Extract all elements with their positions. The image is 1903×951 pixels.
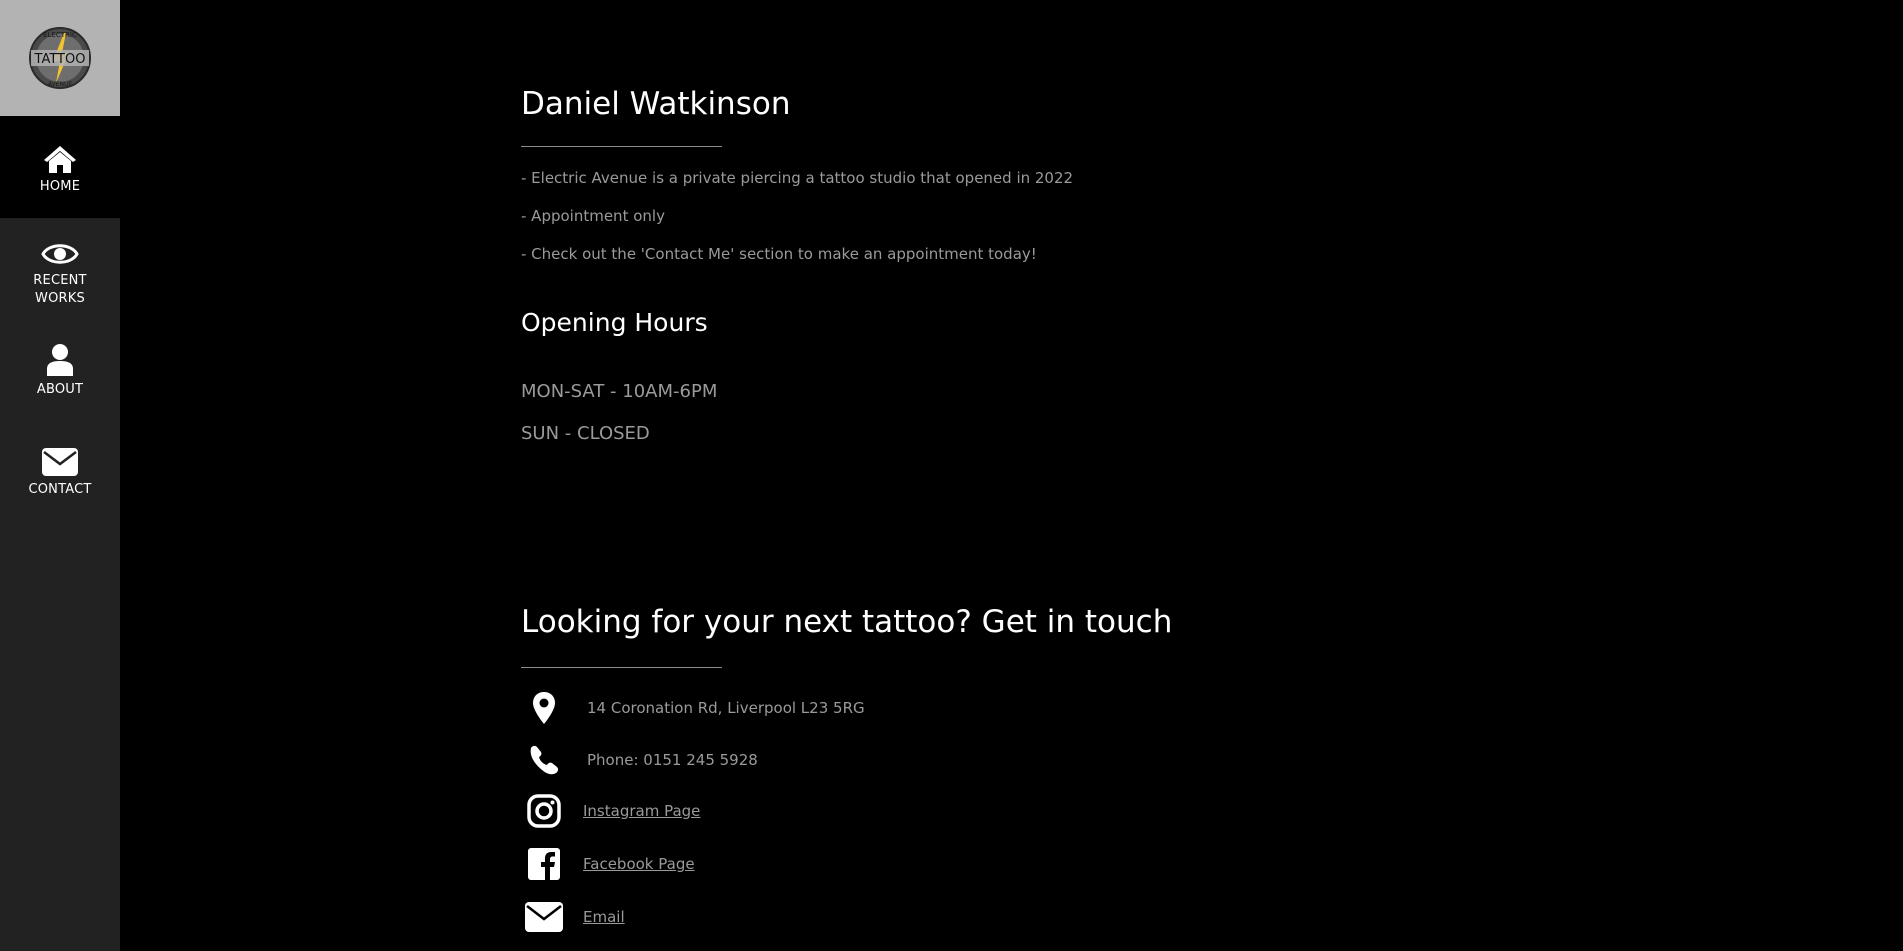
contact-facebook: Facebook Page — [521, 844, 695, 884]
intro-line: - Check out the 'Contact Me' section to … — [521, 245, 1037, 263]
sidebar-item-home[interactable]: HOME — [0, 116, 120, 218]
contact-address: 14 Coronation Rd, Liverpool L23 5RG — [521, 688, 865, 728]
logo-badge-icon: ELECTRIC TATTOO AVENUE — [29, 27, 91, 89]
logo-top-text: ELECTRIC — [43, 31, 77, 39]
sidebar-item-contact[interactable]: CONTACT — [0, 422, 120, 524]
sidebar-item-label: ABOUT — [36, 382, 84, 397]
sidebar-item-label: HOME — [39, 179, 81, 194]
map-pin-icon — [521, 688, 567, 728]
sidebar: ELECTRIC TATTOO AVENUE HOME RECENT WORKS … — [0, 0, 120, 951]
logo-middle-text: TATTOO — [34, 52, 86, 67]
facebook-icon[interactable] — [521, 844, 567, 884]
sidebar-item-about[interactable]: ABOUT — [0, 320, 120, 422]
logo-bottom-text: AVENUE — [48, 81, 72, 88]
contact-divider — [521, 667, 722, 668]
instagram-icon[interactable] — [521, 791, 567, 831]
eye-icon — [41, 244, 79, 264]
envelope-icon — [42, 448, 78, 476]
instagram-link[interactable]: Instagram Page — [583, 802, 700, 820]
envelope-icon[interactable] — [521, 897, 567, 937]
contact-phone: Phone: 0151 245 5928 — [521, 740, 758, 780]
hours-line: SUN - CLOSED — [521, 423, 650, 444]
contact-title: Looking for your next tattoo? Get in tou… — [521, 604, 1173, 640]
contact-instagram: Instagram Page — [521, 791, 700, 831]
intro-line: - Electric Avenue is a private piercing … — [521, 169, 1074, 187]
logo[interactable]: ELECTRIC TATTOO AVENUE — [0, 0, 120, 116]
address-text: 14 Coronation Rd, Liverpool L23 5RG — [587, 699, 865, 717]
intro-line: - Appointment only — [521, 207, 665, 225]
home-icon — [44, 146, 76, 173]
user-icon — [47, 344, 73, 376]
phone-icon — [521, 740, 567, 780]
hours-line: MON-SAT - 10AM-6PM — [521, 381, 718, 402]
sidebar-item-recent-works[interactable]: RECENT WORKS — [0, 218, 120, 320]
facebook-link[interactable]: Facebook Page — [583, 855, 695, 873]
page-title: Daniel Watkinson — [521, 86, 791, 122]
contact-email: Email — [521, 897, 625, 937]
sidebar-item-label: CONTACT — [28, 482, 92, 497]
email-link[interactable]: Email — [583, 908, 625, 926]
sidebar-item-label: RECENT WORKS — [33, 273, 87, 306]
opening-hours-title: Opening Hours — [521, 308, 708, 337]
title-divider — [521, 146, 722, 147]
phone-text: Phone: 0151 245 5928 — [587, 751, 758, 769]
